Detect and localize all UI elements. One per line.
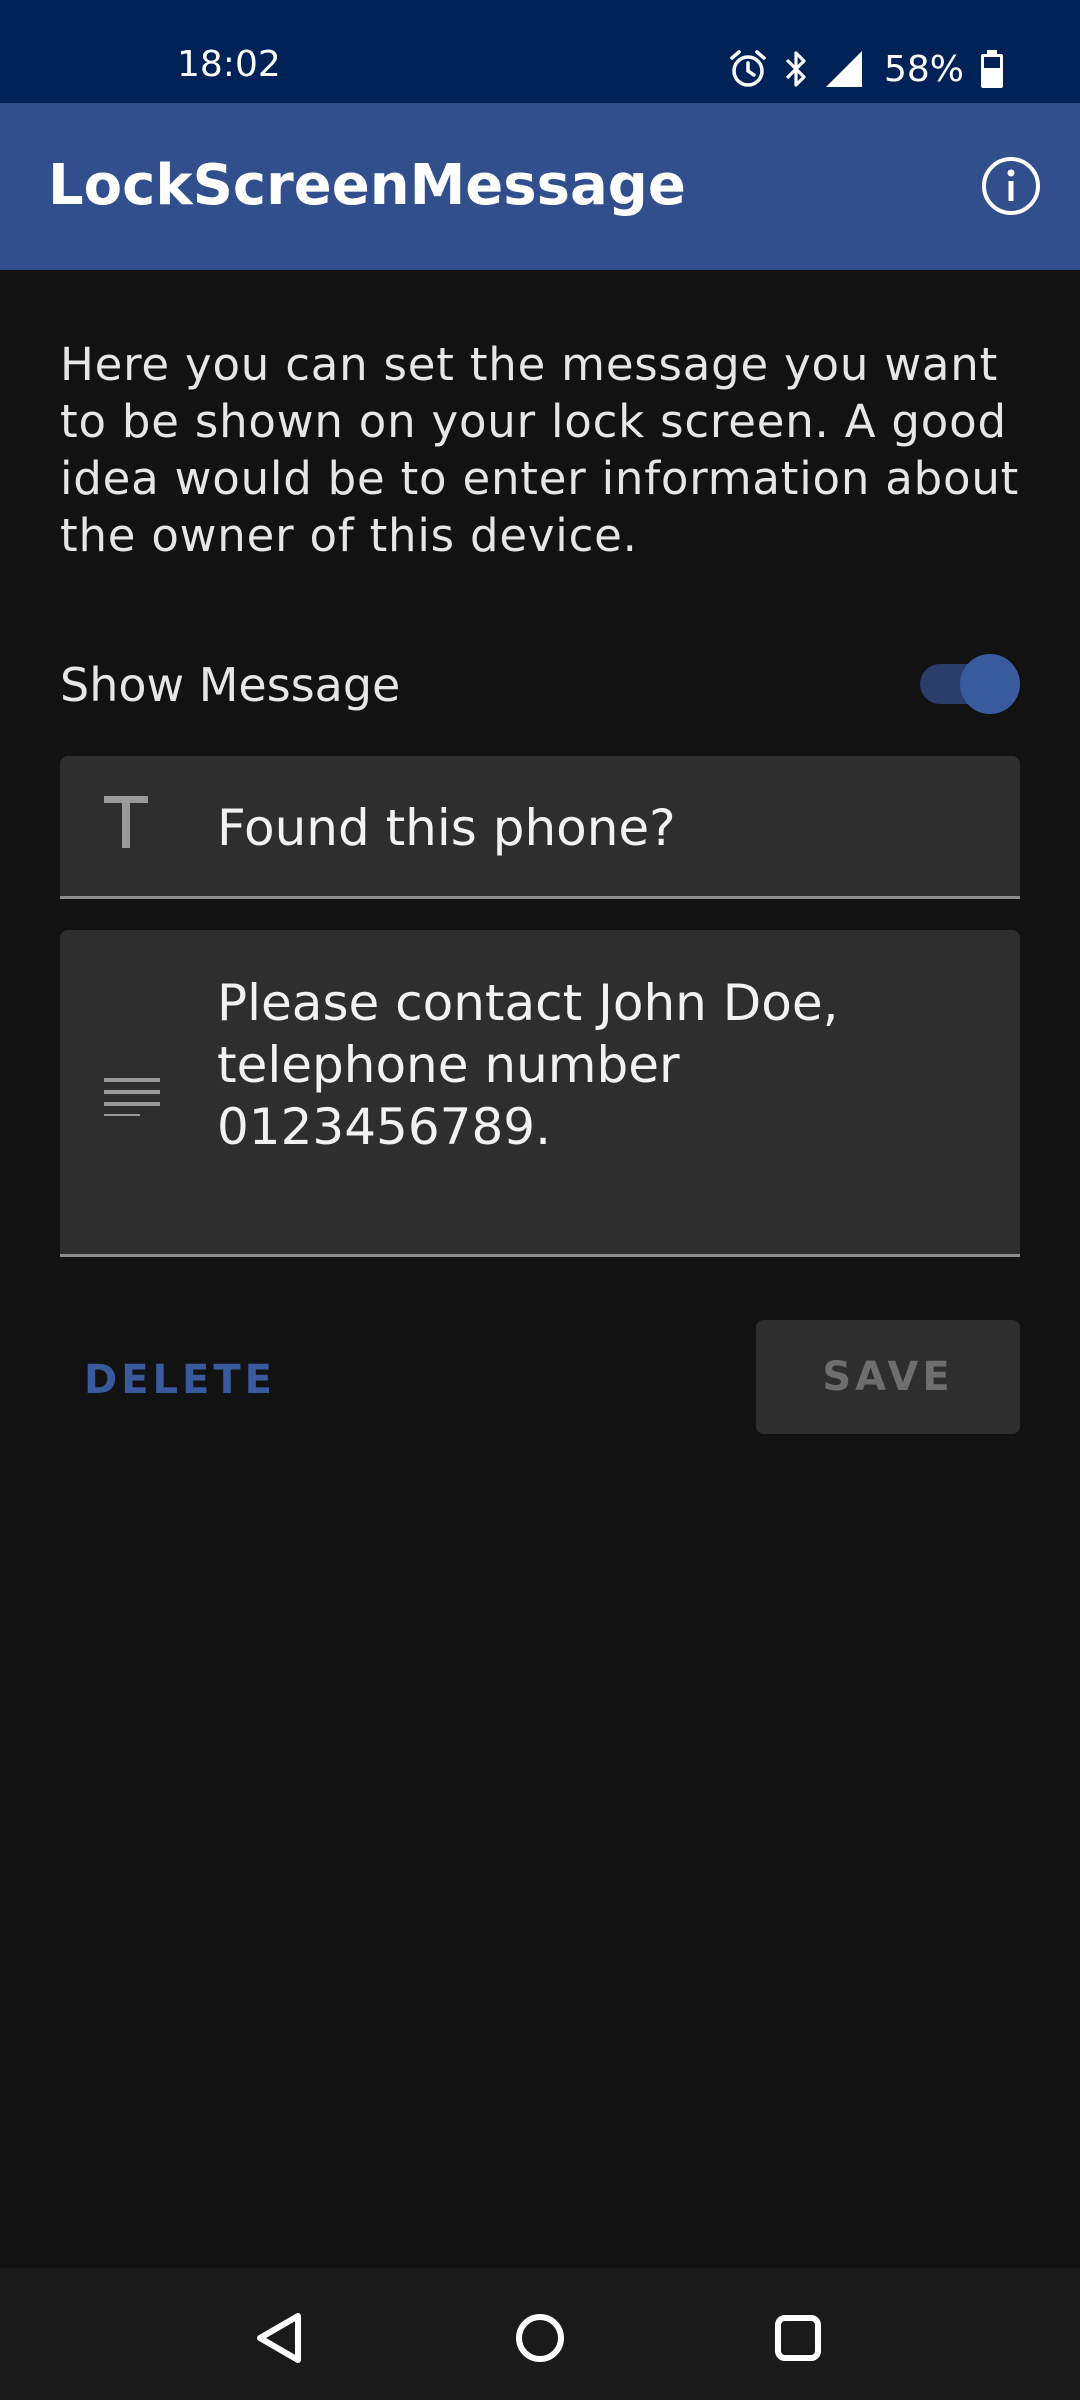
switch-thumb (960, 654, 1020, 714)
show-message-label: Show Message (60, 658, 401, 712)
status-icons: 58% (728, 44, 1004, 94)
home-button[interactable] (510, 2308, 570, 2368)
save-button[interactable]: SAVE (756, 1320, 1020, 1434)
back-button[interactable] (250, 2308, 310, 2368)
battery-percent: 58% (883, 48, 964, 90)
message-body-value: Please contact John Doe, telephone numbe… (217, 974, 839, 1156)
info-button[interactable] (978, 153, 1044, 219)
signal-icon (824, 49, 864, 89)
app-title: LockScreenMessage (48, 153, 686, 218)
message-title-field[interactable]: Found this phone? (60, 756, 1020, 899)
show-message-row: Show Message (60, 654, 1020, 714)
message-title-value: Found this phone? (217, 799, 676, 857)
status-time: 18:02 (177, 44, 281, 85)
home-icon (510, 2314, 570, 2372)
title-text-icon (104, 792, 148, 866)
notes-lines-icon (104, 1076, 160, 1120)
description-text: Here you can set the message you want to… (60, 338, 1020, 562)
recents-button[interactable] (768, 2308, 828, 2368)
show-message-switch[interactable] (920, 654, 1020, 714)
alarm-icon (728, 49, 768, 89)
app-bar: LockScreenMessage (0, 103, 1080, 270)
recents-icon (768, 2315, 828, 2372)
info-icon (978, 157, 1044, 223)
message-body-field[interactable]: Please contact John Doe, telephone numbe… (60, 930, 1020, 1257)
delete-button[interactable]: DELETE (84, 1330, 304, 1430)
back-icon (250, 2313, 310, 2372)
navigation-bar (0, 2268, 1080, 2400)
battery-icon (980, 49, 1004, 89)
status-bar: 18:02 58% (0, 0, 1080, 103)
bluetooth-icon (782, 49, 810, 89)
